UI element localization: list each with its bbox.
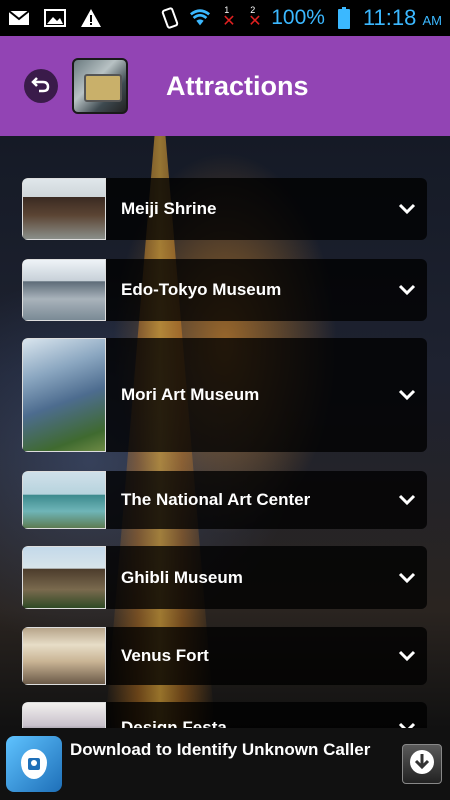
chevron-down-icon[interactable] — [387, 178, 427, 240]
chevron-down-icon[interactable] — [387, 259, 427, 321]
attraction-thumbnail — [22, 546, 106, 609]
attraction-thumbnail — [22, 471, 106, 529]
chevron-down-icon[interactable] — [387, 338, 427, 452]
attraction-label: Ghibli Museum — [121, 567, 243, 587]
attraction-label: Edo-Tokyo Museum — [121, 280, 282, 299]
list-item[interactable]: Edo-Tokyo Museum — [22, 259, 427, 321]
image-icon — [44, 9, 66, 27]
download-arrow-icon — [408, 748, 436, 781]
status-bar: 1 ✕ 2 ✕ 100% 11:18 AM — [0, 0, 450, 36]
battery-icon — [333, 7, 355, 29]
list-item[interactable]: The National Art Center — [22, 471, 427, 529]
attraction-label: Meiji Shrine — [121, 199, 217, 218]
back-button[interactable] — [24, 69, 58, 103]
gmail-icon — [8, 9, 30, 27]
warning-icon — [80, 9, 102, 27]
attraction-label: The National Art Center — [121, 490, 311, 509]
ad-text: Download to Identify Unknown Caller — [70, 740, 371, 759]
page-title: Attractions — [166, 70, 309, 101]
back-arrow-icon — [31, 74, 51, 99]
sim-1-no-signal-icon: 1 ✕ — [222, 5, 236, 30]
attraction-thumbnail — [22, 627, 106, 685]
ad-banner[interactable]: Download to Identify Unknown Caller — [0, 728, 450, 800]
chevron-down-icon[interactable] — [387, 627, 427, 685]
app-bar: Attractions — [0, 36, 450, 136]
sim-2-no-signal-icon: 2 ✕ — [248, 5, 262, 30]
chevron-down-icon[interactable] — [387, 546, 427, 609]
attraction-label: Mori Art Museum — [121, 385, 260, 404]
list-item[interactable]: Venus Fort — [22, 627, 427, 685]
app-logo — [72, 58, 128, 114]
attraction-thumbnail — [22, 338, 106, 452]
download-button[interactable] — [402, 744, 442, 784]
clock-time: 11:18 — [362, 5, 417, 30]
attraction-label: Design Festa — [121, 718, 227, 728]
attraction-thumbnail — [22, 259, 106, 321]
attraction-label: Venus Fort — [121, 646, 209, 665]
caller-id-app-icon — [6, 736, 62, 792]
clock-ampm: AM — [422, 13, 443, 28]
list-item[interactable]: Meiji Shrine — [22, 178, 427, 240]
battery-percent: 100% — [271, 6, 325, 29]
attraction-thumbnail — [22, 702, 106, 728]
chevron-down-icon[interactable] — [387, 471, 427, 529]
list-item[interactable]: Ghibli Museum — [22, 546, 427, 609]
attraction-thumbnail — [22, 178, 106, 240]
clock: 11:18 AM — [363, 5, 442, 31]
vibrate-icon — [159, 7, 181, 29]
wifi-icon — [189, 9, 211, 27]
chevron-down-icon[interactable] — [387, 702, 427, 728]
list-item[interactable]: Mori Art Museum — [22, 338, 427, 452]
list-item[interactable]: Design Festa — [22, 702, 427, 728]
attractions-list[interactable]: Meiji Shrine Edo-Tokyo Museum Mori Art M… — [0, 136, 450, 728]
